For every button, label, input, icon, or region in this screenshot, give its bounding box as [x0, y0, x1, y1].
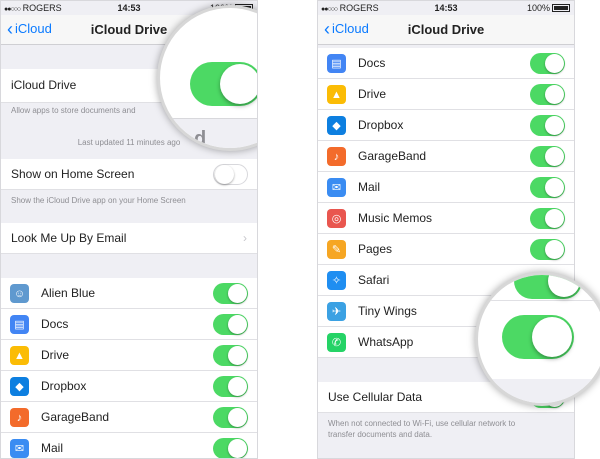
app-label: Dropbox	[41, 379, 87, 393]
zoom-magnifier-whatsapp	[475, 272, 600, 406]
dropbox-icon: ◆	[10, 377, 29, 396]
app-label: Tiny Wings	[358, 304, 417, 318]
icloud-drive-note: Allow apps to store documents and	[11, 106, 136, 115]
cellular-note-line1: When not connected to Wi-Fi, use cellula…	[328, 419, 516, 428]
app-label: Safari	[358, 273, 390, 287]
app-toggle[interactable]	[530, 53, 565, 74]
app-row: ▤ Docs	[1, 309, 257, 340]
envelope-icon: ✉	[10, 439, 29, 458]
app-label: Docs	[358, 56, 386, 70]
app-label: Drive	[358, 87, 387, 101]
app-row: ▤ Docs	[318, 48, 574, 79]
app-toggle[interactable]	[530, 177, 565, 198]
app-label: Drive	[41, 348, 70, 362]
icloud-drive-label: iCloud Drive	[11, 78, 77, 92]
battery-icon	[552, 4, 570, 12]
app-row: ▲ Drive	[1, 340, 257, 371]
app-row: ☺ Alien Blue	[1, 278, 257, 309]
docs-icon: ▤	[327, 54, 346, 73]
home-screen-row: Show on Home Screen	[1, 159, 257, 190]
app-label: Alien Blue	[41, 286, 96, 300]
bird-icon: ✈	[327, 302, 346, 321]
status-bar: ●●○○○ ROGERS 14:53 100%	[318, 1, 574, 15]
app-toggle[interactable]	[213, 283, 248, 304]
reddit-alien-icon: ☺	[10, 284, 29, 303]
home-screen-label: Show on Home Screen	[11, 167, 135, 181]
app-toggle[interactable]	[530, 239, 565, 260]
app-label: Docs	[41, 317, 69, 331]
app-label: GarageBand	[41, 410, 110, 424]
left-screen: ●●○○○ ROGERS 14:53 100% ‹ iCloud iCloud …	[0, 0, 258, 459]
drive-icon: ▲	[10, 346, 29, 365]
app-toggle[interactable]	[213, 407, 248, 428]
app-toggle[interactable]	[530, 208, 565, 229]
app-toggle[interactable]	[213, 376, 248, 397]
app-row: ✎ Pages	[318, 234, 574, 265]
app-toggle[interactable]	[213, 345, 248, 366]
app-label: Mail	[41, 441, 64, 455]
home-screen-note: Show the iCloud Drive app on your Home S…	[11, 196, 186, 205]
pages-icon: ✎	[327, 240, 346, 259]
app-row: ♪ GarageBand	[318, 141, 574, 172]
chevron-right-icon: ›	[243, 231, 247, 245]
zoomed-tinywings-toggle[interactable]	[514, 275, 582, 299]
page-title: iCloud Drive	[407, 22, 485, 37]
look-me-up-row[interactable]: Look Me Up By Email ›	[1, 223, 257, 254]
app-row: ✉ Mail	[318, 172, 574, 203]
home-screen-toggle[interactable]	[213, 164, 248, 185]
compass-icon: ✧	[327, 271, 346, 290]
app-row: ✉ Mail	[1, 433, 257, 458]
dropbox-icon: ◆	[327, 116, 346, 135]
app-row: ◆ Dropbox	[1, 371, 257, 402]
music-memos-icon: ◎	[327, 209, 346, 228]
look-me-up-label: Look Me Up By Email	[11, 231, 127, 245]
app-label: Mail	[358, 180, 381, 194]
app-label: GarageBand	[358, 149, 427, 163]
app-toggle[interactable]	[213, 438, 248, 458]
zoomed-whatsapp-toggle[interactable]	[502, 315, 574, 359]
app-toggle[interactable]	[530, 146, 565, 167]
zoomed-text-fragment: d	[194, 128, 207, 150]
whatsapp-icon: ✆	[327, 333, 346, 352]
guitar-icon: ♪	[10, 408, 29, 427]
cellular-data-label: Use Cellular Data	[328, 390, 423, 404]
app-row: ◆ Dropbox	[318, 110, 574, 141]
envelope-icon: ✉	[327, 178, 346, 197]
app-label: WhatsApp	[358, 335, 414, 349]
drive-icon: ▲	[327, 85, 346, 104]
nav-bar: ‹ iCloud iCloud Drive	[318, 15, 574, 45]
app-toggle[interactable]	[530, 84, 565, 105]
zoomed-icloud-toggle[interactable]	[190, 62, 257, 106]
app-label: Music Memos	[358, 211, 433, 225]
app-toggle[interactable]	[213, 314, 248, 335]
guitar-icon: ♪	[327, 147, 346, 166]
battery-percent: 100%	[526, 3, 550, 13]
app-label: Pages	[358, 242, 393, 256]
docs-icon: ▤	[10, 315, 29, 334]
cellular-note-line2: transfer documents and data.	[328, 430, 433, 439]
app-label: Dropbox	[358, 118, 404, 132]
app-toggle[interactable]	[530, 115, 565, 136]
app-row: ▲ Drive	[318, 79, 574, 110]
app-row: ◎ Music Memos	[318, 203, 574, 234]
app-row: ♪ GarageBand	[1, 402, 257, 433]
